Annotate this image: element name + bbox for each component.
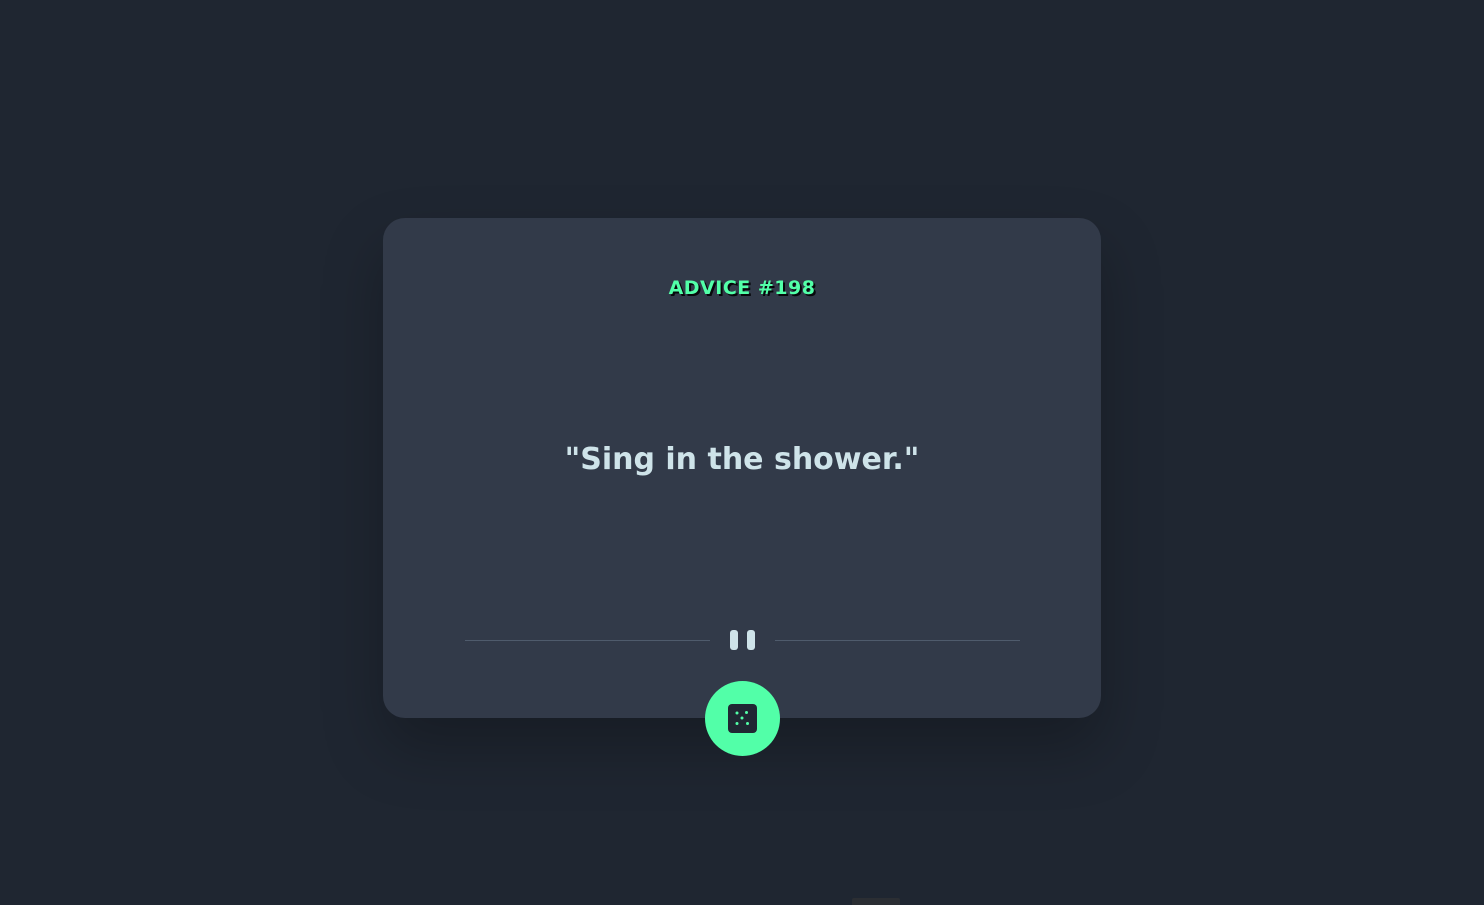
pause-icon <box>729 630 757 650</box>
pattern-divider <box>465 627 1020 653</box>
dice-icon <box>728 704 757 733</box>
divider-line-right <box>775 640 1020 641</box>
advice-card: ADVICE #198 "Sing in the shower." <box>383 218 1101 718</box>
bottom-tab <box>852 898 900 905</box>
pause-bar-right <box>747 630 755 650</box>
divider-line-left <box>465 640 710 641</box>
pause-bar-left <box>730 630 738 650</box>
advice-number: ADVICE #198 <box>668 277 816 299</box>
advice-quote: "Sing in the shower." <box>564 442 920 477</box>
generate-advice-button[interactable] <box>705 681 780 756</box>
